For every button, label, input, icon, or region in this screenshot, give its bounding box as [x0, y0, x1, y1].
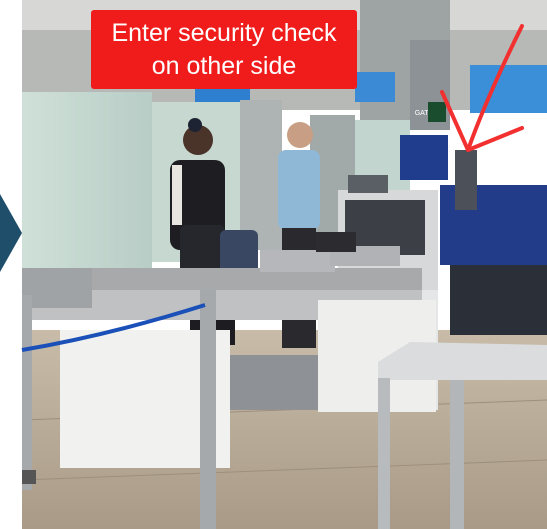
- overhead-sign: [355, 72, 395, 102]
- bin: [22, 268, 92, 308]
- overhead-sign: [470, 65, 547, 113]
- chevron-left-icon[interactable]: [0, 194, 22, 272]
- bin: [260, 250, 335, 272]
- caption-banner: Enter security check on other side: [91, 10, 357, 89]
- glass-partition: [22, 92, 152, 292]
- stanchion-post: [200, 290, 216, 529]
- caption-line-1: Enter security check: [111, 18, 337, 47]
- caption-line-2: on other side: [151, 51, 297, 80]
